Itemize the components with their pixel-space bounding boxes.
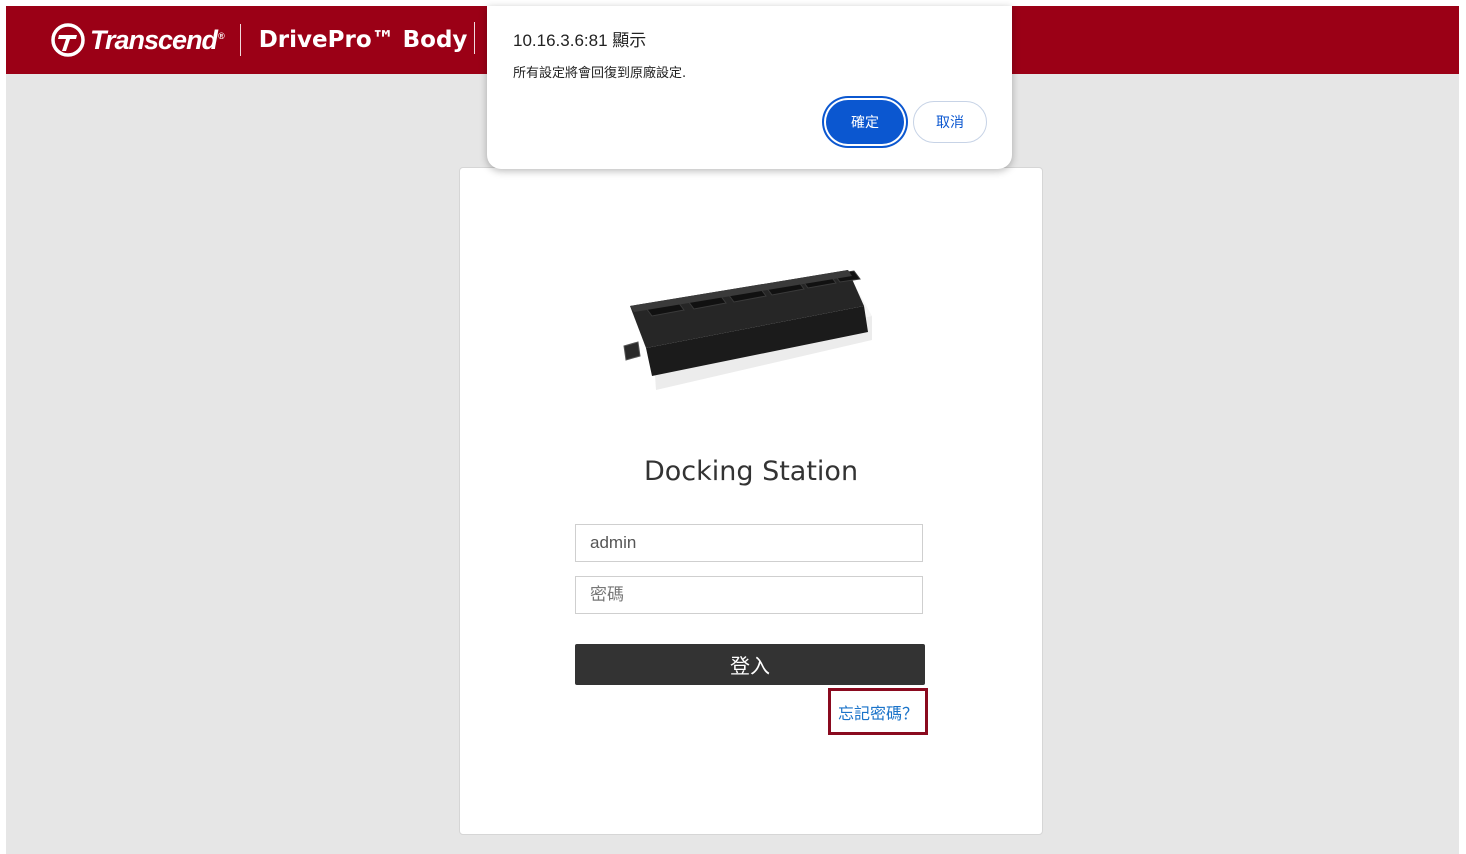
docking-station-image (623, 270, 872, 390)
header-divider (239, 24, 241, 56)
dialog-origin: 10.16.3.6:81 顯示 (513, 31, 647, 50)
password-input[interactable] (575, 576, 923, 614)
logo-text: Transcend® (90, 24, 225, 55)
brand: Transcend® DrivePro™ Body (50, 22, 467, 58)
product-name: DrivePro™ Body (258, 27, 468, 53)
username-input[interactable] (575, 524, 923, 562)
ok-button[interactable]: 確定 (826, 100, 904, 144)
confirm-dialog: 10.16.3.6:81 顯示 所有設定將會回復到原廠設定. 確定 取消 (487, 6, 1012, 169)
login-button[interactable]: 登入 (575, 644, 925, 685)
page-title: Docking Station (643, 456, 859, 487)
transcend-logo-icon (51, 23, 85, 57)
cancel-button[interactable]: 取消 (913, 101, 987, 143)
header-divider-right (474, 22, 475, 54)
login-card: Docking Station 登入 忘記密碼？ (459, 167, 1043, 835)
forgot-password-link[interactable]: 忘記密碼？ (828, 688, 928, 735)
dialog-message: 所有設定將會回復到原廠設定. (513, 66, 687, 81)
